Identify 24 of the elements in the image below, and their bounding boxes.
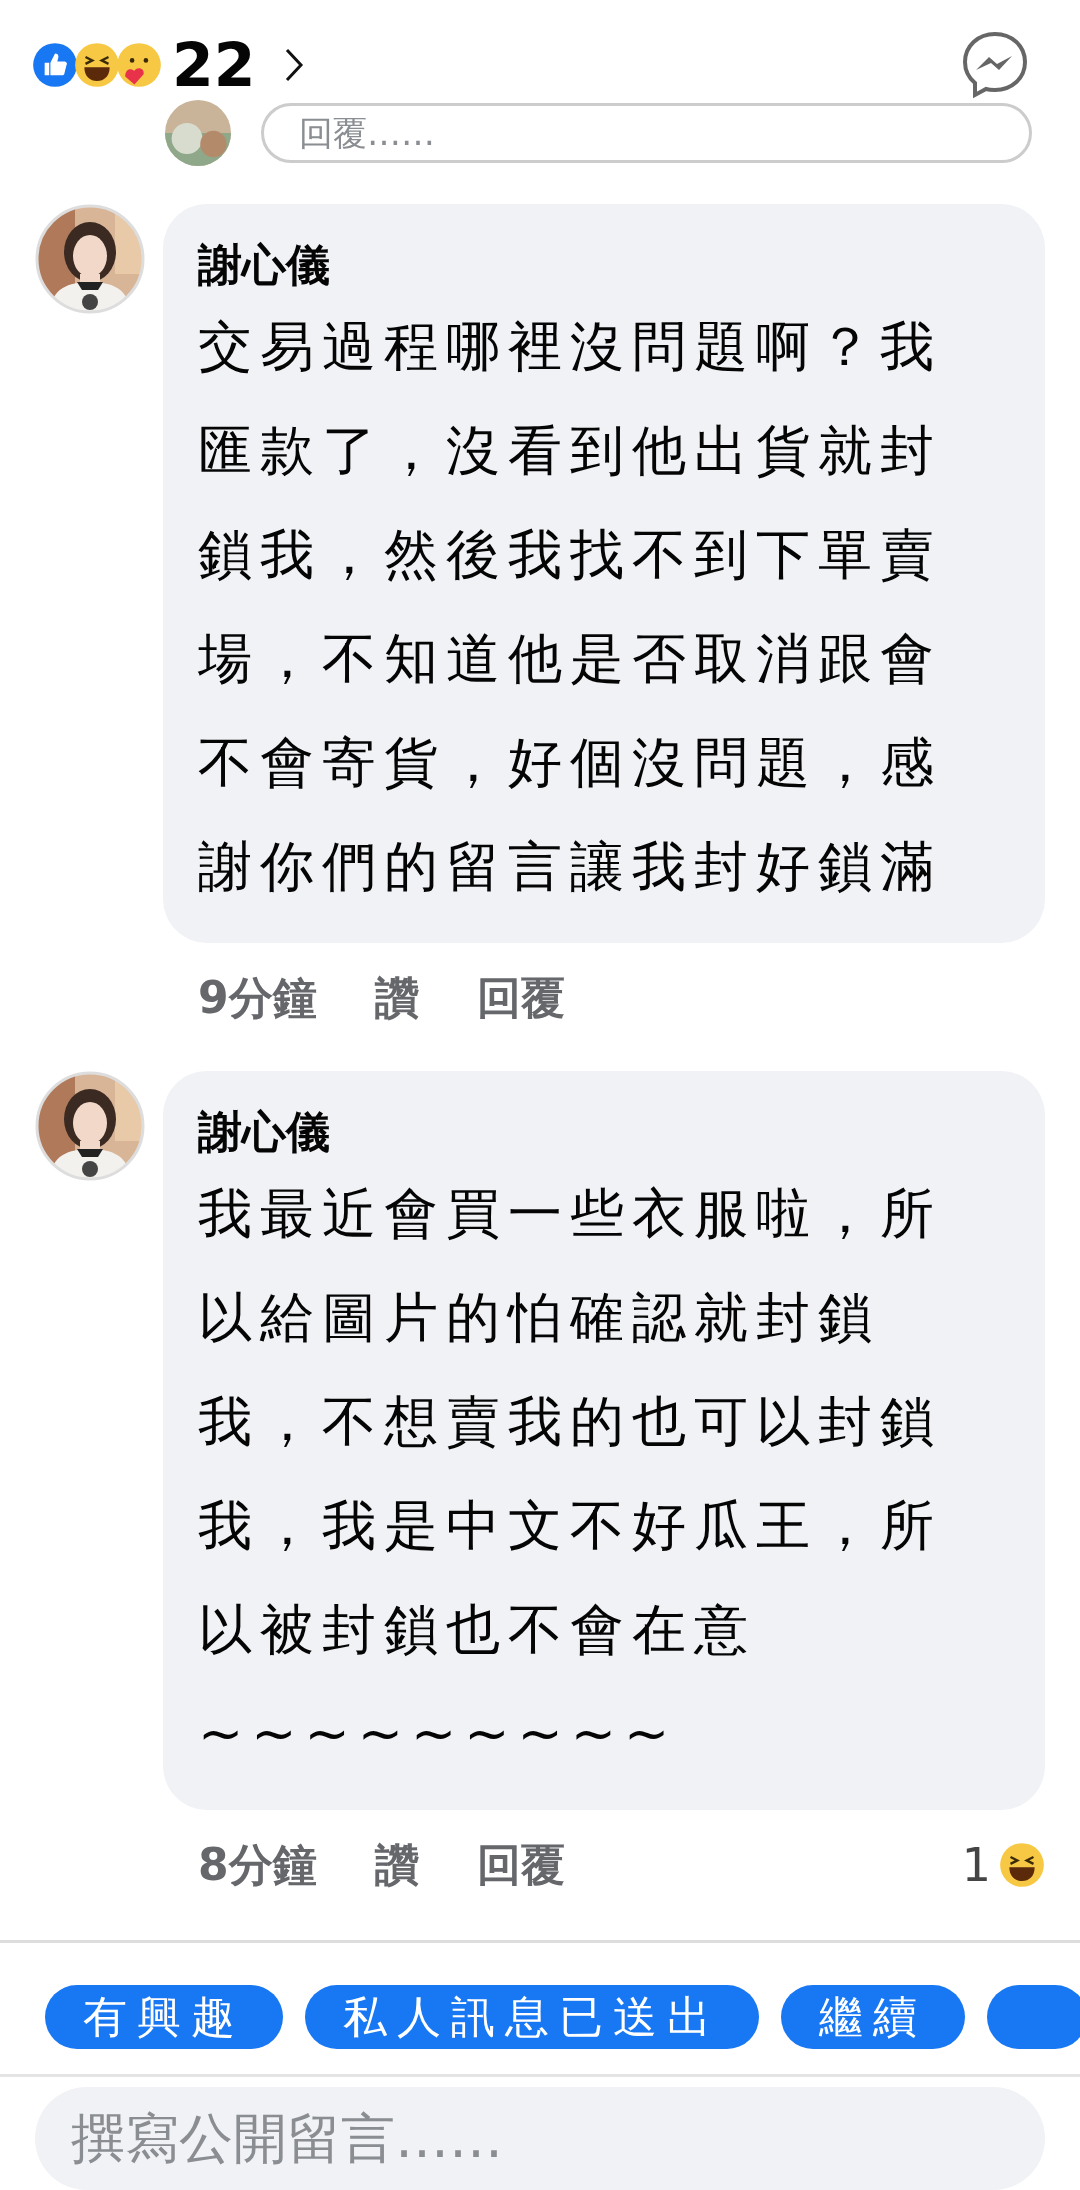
comment-time: 8分鐘 <box>198 1837 317 1892</box>
author-name[interactable]: 謝心儀 <box>198 236 1015 295</box>
reply-link[interactable]: 回覆 <box>476 968 565 1028</box>
like-link[interactable]: 讚 <box>374 1835 419 1895</box>
hug-emoji-icon <box>116 42 162 88</box>
quick-reply-chip[interactable]: 有興趣 <box>45 1985 283 2049</box>
laughing-emoji-icon <box>999 1842 1045 1888</box>
comment-text: 我最近會買一些衣服啦，所 以給圖片的怕確認就封鎖 我，不想賣我的也可以封鎖 我，我是中文不好瓜王，所 以被封鎖也不會在意 ~~~~~~~~~ <box>198 1181 943 1767</box>
messenger-icon[interactable] <box>960 30 1030 100</box>
reply-link[interactable]: 回覆 <box>476 1835 565 1895</box>
quick-reply-chip[interactable]: 私人訊息已送出 <box>305 1985 759 2049</box>
author-name[interactable]: 謝心儀 <box>198 1103 1015 1162</box>
reaction-count[interactable]: 1 <box>961 1838 991 1892</box>
comment-time: 9分鐘 <box>198 970 317 1025</box>
reply-field[interactable]: 回覆…… <box>261 103 1032 163</box>
quick-reply-chip[interactable] <box>987 1985 1080 2049</box>
reaction-count[interactable]: 22 <box>172 30 256 100</box>
quick-reply-chip[interactable]: 繼續 <box>781 1985 965 2049</box>
laughing-emoji-icon <box>74 42 120 88</box>
comment-text: 交易過程哪裡沒問題啊？我 匯款了，沒看到他出貨就封 鎖我，然後我找不到下單賣 場，不知道他是否取消跟會 不會寄貨，好個沒問題，感 謝你們的留言讓我封好鎖滿 <box>198 314 943 900</box>
comment-field[interactable]: 撰寫公開留言…… <box>35 2086 1045 2190</box>
like-icon <box>32 42 78 88</box>
chevron-right-icon[interactable] <box>283 48 304 82</box>
like-link[interactable]: 讚 <box>374 968 419 1028</box>
